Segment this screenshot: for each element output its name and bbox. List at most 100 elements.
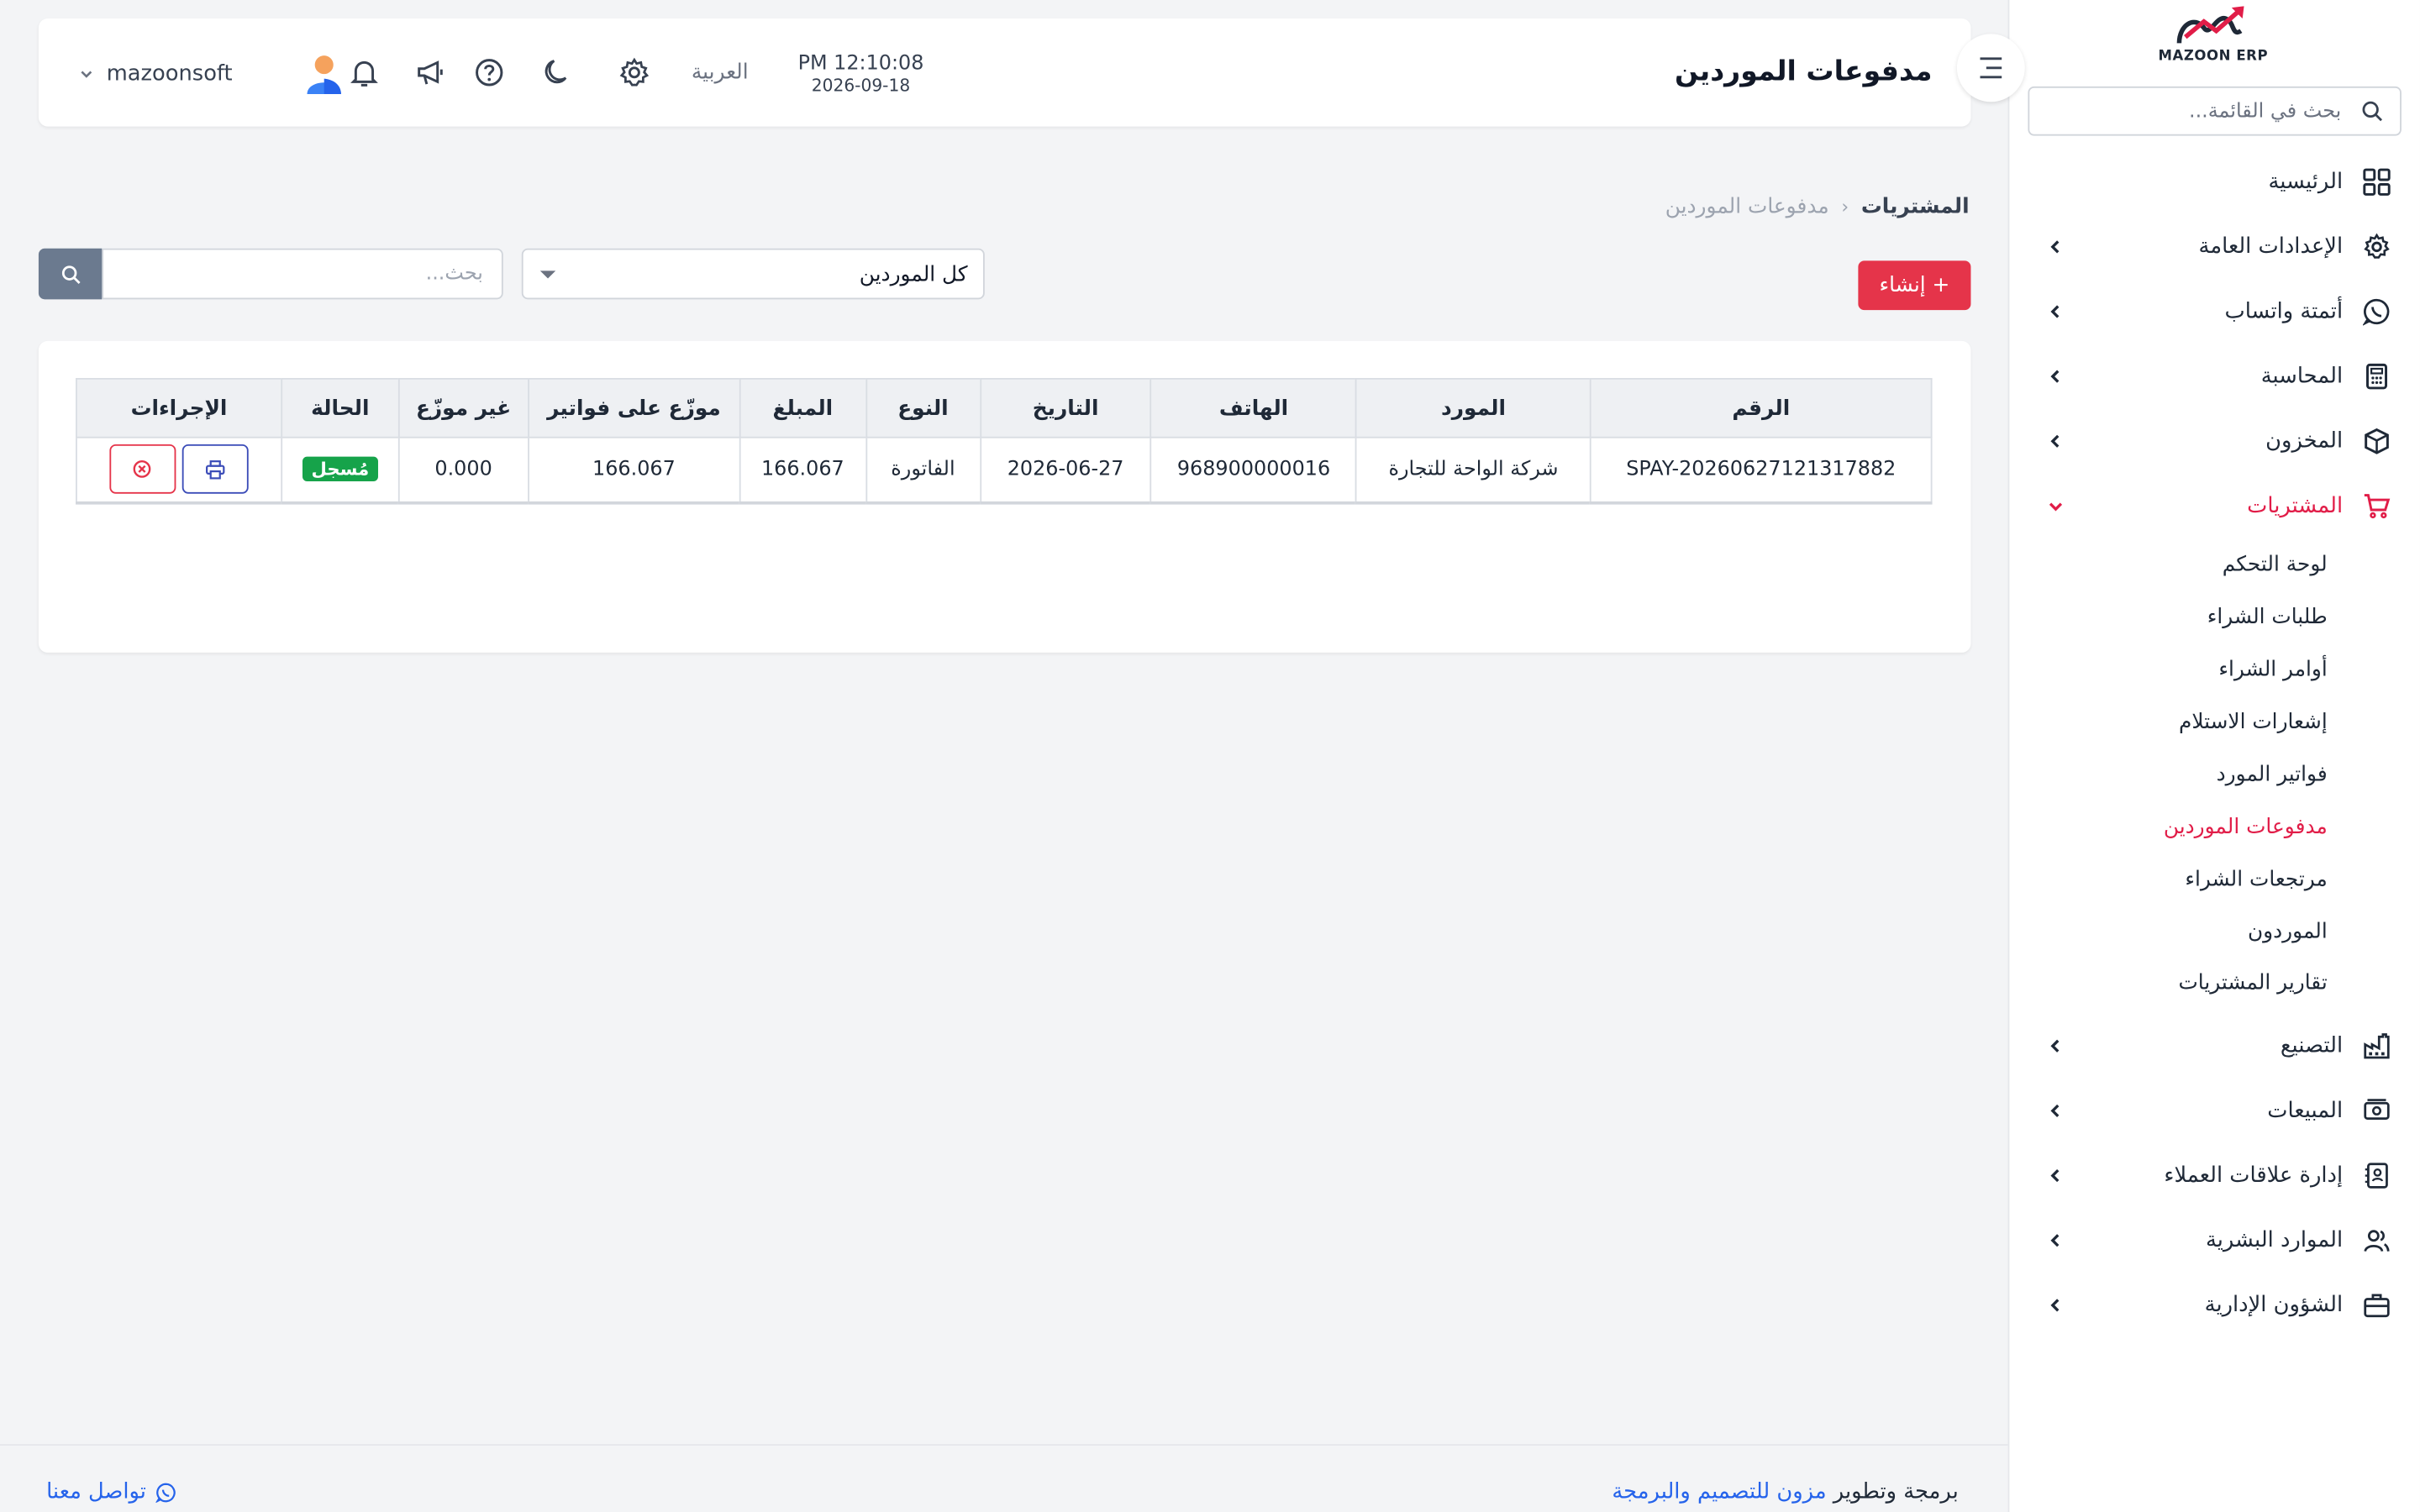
- search-field[interactable]: [102, 248, 503, 300]
- bell-icon[interactable]: [347, 55, 381, 89]
- username: mazoonsoft: [106, 61, 233, 87]
- whatsapp-icon: [2361, 297, 2392, 328]
- company-link[interactable]: مزون للتصميم والبرمجة: [1612, 1479, 1826, 1504]
- breadcrumb-parent[interactable]: المشتريات: [1861, 194, 1970, 218]
- print-button[interactable]: [182, 444, 249, 495]
- sidebar-item-whatsapp[interactable]: أتمتة واتساب: [2008, 281, 2420, 342]
- sidebar-item-label: الإعدادات العامة: [2198, 234, 2344, 260]
- menu-lines-icon: [1980, 57, 2002, 79]
- submenu-item-purchase-requests[interactable]: طلبات الشراء: [2207, 605, 2328, 629]
- gear-icon[interactable]: [618, 55, 651, 89]
- create-button[interactable]: + إنشاء: [1858, 260, 1971, 311]
- sidebar-item-accounting[interactable]: المحاسبة: [2008, 345, 2420, 407]
- submenu-item-purchase-orders[interactable]: أوامر الشراء: [2218, 657, 2327, 681]
- column-header[interactable]: الهاتف: [1150, 377, 1357, 438]
- page-title: مدفوعات الموردين: [1675, 55, 1933, 88]
- user-menu[interactable]: mazoonsoft: [79, 52, 344, 95]
- gear-icon: [2361, 232, 2392, 263]
- chevron-left-icon: [2045, 1294, 2067, 1316]
- submenu-item-supplier-payments[interactable]: مدفوعات الموردين: [2164, 815, 2328, 839]
- box-icon: [2361, 426, 2392, 457]
- search-input[interactable]: [103, 249, 502, 298]
- status-badge: مُسجل: [302, 457, 379, 482]
- close-circle-icon: [134, 460, 152, 479]
- submenu-item-purchase-reports[interactable]: تقارير المشتريات: [2178, 970, 2327, 995]
- sidebar-item-settings[interactable]: الإعدادات العامة: [2008, 216, 2420, 277]
- submenu-item-supplier-invoices[interactable]: فواتير المورد: [2217, 762, 2328, 786]
- submenu-item-dashboard[interactable]: لوحة التحكم: [2223, 553, 2328, 577]
- cell-date: 2026-06-27: [979, 436, 1152, 504]
- cell-amount: 166.067: [739, 436, 867, 504]
- sidebar-item-label: الشؤون الإدارية: [2204, 1293, 2344, 1318]
- brand-name: MAZOON ERP: [2158, 49, 2269, 66]
- sidebar-item-crm[interactable]: إدارة علاقات العملاء: [2008, 1145, 2420, 1206]
- dark-mode-icon[interactable]: [540, 55, 574, 89]
- sidebar-item-admin-affairs[interactable]: الشؤون الإدارية: [2008, 1274, 2420, 1336]
- sidebar-toggle-button[interactable]: [1956, 34, 2025, 102]
- sidebar-item-sales[interactable]: المبيعات: [2008, 1080, 2420, 1142]
- cash-icon: [2361, 1095, 2392, 1126]
- cell-type: الفاتورة: [865, 436, 981, 504]
- column-header[interactable]: النوع: [865, 377, 981, 438]
- language-switch[interactable]: العربية: [692, 60, 749, 85]
- caret-down-icon: [539, 270, 556, 278]
- column-header[interactable]: موزّع على فواتير: [527, 377, 741, 438]
- sidebar-item-home[interactable]: الرئيسية: [2008, 151, 2420, 213]
- sidebar-item-hr[interactable]: الموارد البشرية: [2008, 1210, 2420, 1271]
- briefcase-icon: [2361, 1289, 2392, 1320]
- sidebar-item-label: المحاسبة: [2260, 364, 2344, 389]
- sidebar-search-input[interactable]: [2044, 99, 2348, 123]
- sidebar-item-manufacturing[interactable]: التصنيع: [2008, 1016, 2420, 1077]
- table-row[interactable]: SPAY-20260627121317882 شركة الواحة للتجا…: [75, 436, 1933, 504]
- sidebar-search[interactable]: [2028, 86, 2402, 136]
- cell-status: مُسجل: [281, 436, 400, 504]
- chevron-left-icon: [2045, 430, 2067, 452]
- search-icon: [61, 265, 80, 284]
- whatsapp-icon: [155, 1482, 176, 1503]
- chevron-left-icon: [2045, 1035, 2067, 1057]
- breadcrumb: المشتريات ‹ مدفوعات الموردين: [1665, 194, 1970, 218]
- column-header[interactable]: التاريخ: [979, 377, 1152, 438]
- cell-unallocated: 0.000: [397, 436, 529, 504]
- sidebar-item-label: أتمتة واتساب: [2224, 299, 2344, 324]
- column-header[interactable]: الحالة: [281, 377, 400, 438]
- footer-credit-prefix: برمجة وتطوير: [1833, 1479, 1959, 1504]
- cancel-payment-button[interactable]: [109, 444, 176, 495]
- sidebar-item-inventory[interactable]: المخزون: [2008, 411, 2420, 472]
- chevron-left-icon: [2045, 1165, 2067, 1187]
- contact-us-link[interactable]: تواصل معنا: [46, 1479, 176, 1504]
- clock: PM 12:10:08 2026-09-18: [798, 52, 924, 95]
- users-icon: [2361, 1225, 2392, 1256]
- submenu-item-receipts[interactable]: إشعارات الاستلام: [2179, 710, 2328, 734]
- clock-time: PM 12:10:08: [797, 52, 924, 76]
- calculator-icon: [2361, 361, 2392, 392]
- column-header[interactable]: غير موزّع: [397, 377, 529, 438]
- cell-number: SPAY-20260627121317882: [1590, 436, 1933, 504]
- help-icon[interactable]: [472, 55, 506, 89]
- submenu-item-suppliers[interactable]: الموردون: [2248, 920, 2328, 944]
- avatar: [306, 55, 341, 95]
- search-button[interactable]: [38, 248, 103, 300]
- megaphone-icon[interactable]: [413, 55, 447, 89]
- sidebar-item-label: المشتريات: [2247, 493, 2344, 519]
- payments-table: الرقم المورد الهاتف التاريخ النوع المبلغ…: [75, 377, 1933, 504]
- sidebar-item-label: الرئيسية: [2268, 170, 2344, 195]
- search-icon: [2362, 101, 2383, 122]
- cell-allocated: 166.067: [527, 436, 741, 504]
- supplier-filter-select[interactable]: كل الموردين: [521, 248, 985, 300]
- column-header: الإجراءات: [75, 377, 283, 438]
- supplier-filter-value: كل الموردين: [859, 261, 968, 286]
- printer-icon: [205, 459, 225, 480]
- sidebar-item-label: إدارة علاقات العملاء: [2164, 1163, 2344, 1189]
- footer-credit: برمجة وتطوير مزون للتصميم والبرمجة: [1612, 1479, 1958, 1504]
- clock-date: 2026-09-18: [811, 75, 911, 96]
- column-header[interactable]: الرقم: [1590, 377, 1933, 438]
- sidebar-item-purchases[interactable]: المشتريات: [2008, 475, 2420, 537]
- sidebar: MAZOON ERP الرئيسية الإعدادات العامة أتم…: [2007, 0, 2420, 1512]
- brand-logo[interactable]: MAZOON ERP: [2158, 3, 2269, 71]
- column-header[interactable]: المبلغ: [739, 377, 867, 438]
- dashboard-grid-icon: [2361, 166, 2392, 197]
- submenu-item-purchase-returns[interactable]: مرتجعات الشراء: [2185, 867, 2327, 891]
- column-header[interactable]: المورد: [1355, 377, 1591, 438]
- chevron-left-icon: [2045, 301, 2067, 323]
